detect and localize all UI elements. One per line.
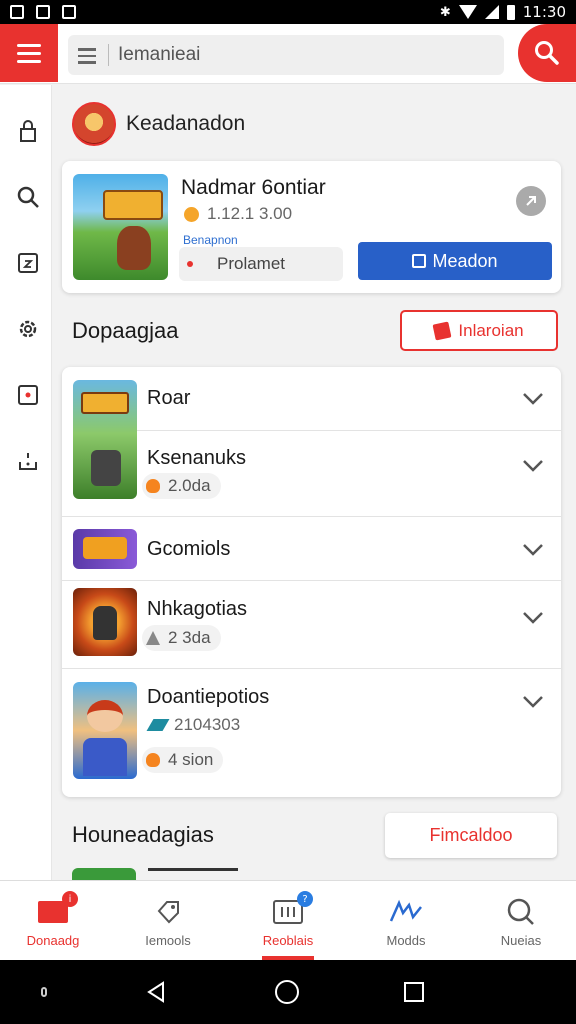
close-notification-icon (62, 5, 76, 19)
search-icon (535, 41, 559, 65)
section-title: Dopaagjaa (72, 318, 179, 343)
flame-icon (146, 753, 160, 767)
list-item[interactable]: Gcomiols (62, 517, 561, 580)
pill-dot-icon (187, 261, 193, 267)
rail-search-icon[interactable] (16, 185, 40, 209)
search-divider (108, 44, 109, 66)
rail-bookmark-icon[interactable] (16, 383, 40, 407)
list-item-title: Doantiepotios (147, 686, 270, 708)
app-logo (72, 102, 116, 146)
status-bar: ✱ 11:30 (0, 0, 576, 24)
coin-icon (184, 206, 199, 222)
page-header: Keadanadon (72, 102, 245, 146)
nav-item-modes[interactable]: Modds (356, 881, 456, 961)
chart-icon (389, 897, 423, 927)
list-item-chip: 2.0da (142, 473, 221, 499)
back-icon (147, 981, 164, 1003)
nav-item-news[interactable]: Nueias (471, 881, 571, 961)
star-icon (146, 631, 160, 645)
chevron-down-icon[interactable] (522, 543, 544, 557)
game-list: Roar Ksenanuks 2.0da Gcomiols Nhkagotias… (62, 367, 561, 797)
section-title: Houneadagias (72, 822, 214, 847)
nav-item-home[interactable]: i Donaadg (3, 881, 103, 961)
list-item-title: Nhkagotias (147, 598, 248, 620)
search-icon (504, 897, 538, 927)
download-icon (412, 254, 427, 268)
list-item-thumbnail (73, 588, 137, 656)
nav-item-tools[interactable]: Iemools (118, 881, 218, 961)
battery-icon (506, 4, 515, 20)
featured-primary-button[interactable]: Meadon (358, 242, 552, 280)
nav-label: Modds (386, 933, 426, 948)
chevron-down-icon[interactable] (522, 392, 544, 406)
list-item[interactable]: Roar (62, 367, 561, 430)
chevron-down-icon[interactable] (522, 695, 544, 709)
page-title: Keadanadon (126, 112, 246, 135)
section-action-button[interactable]: Inlaroian (400, 310, 558, 351)
home-button[interactable] (273, 978, 301, 1006)
list-item-title (148, 868, 238, 878)
home-circle-icon (275, 980, 299, 1004)
list-item-title: Ksenanuks (147, 447, 246, 469)
recents-icon (404, 982, 424, 1002)
rail-bag-icon[interactable] (16, 119, 40, 143)
section-action-button[interactable]: Fimcaldoo (385, 813, 557, 858)
list-item-thumbnail (73, 682, 137, 779)
keyboard-hint-icon[interactable] (30, 978, 58, 1006)
status-time: 11:30 (522, 3, 566, 21)
rail-download-icon[interactable] (16, 449, 40, 473)
wifi-icon (458, 5, 477, 19)
featured-card[interactable]: Nadmar 6ontiar 1.12.1 3.00 Benapnon Prol… (62, 161, 561, 293)
bluetooth-icon: ✱ (439, 4, 451, 20)
featured-rating: 1.12.1 3.00 (184, 204, 292, 224)
home-icon: i (36, 891, 78, 927)
list-item-thumbnail (73, 529, 137, 569)
signal-icon (484, 5, 499, 19)
side-rail (0, 85, 52, 880)
bottom-navigation: i Donaadg Iemools ? Reoblais Modds Nueia… (0, 880, 576, 960)
search-input[interactable] (118, 35, 488, 75)
list-item-title: Gcomiols (147, 538, 231, 560)
pin-icon (146, 719, 170, 731)
calendar-icon: ? (271, 891, 313, 927)
search-menu-icon[interactable] (78, 48, 96, 64)
notification-badge: ? (297, 891, 313, 907)
recents-button[interactable] (400, 978, 428, 1006)
featured-pill-button[interactable]: Prolamet (179, 247, 343, 281)
image-notification-icon (36, 5, 50, 19)
chevron-down-icon[interactable] (522, 459, 544, 473)
notification-badge: i (62, 891, 78, 907)
list-item[interactable]: Nhkagotias 2 3da (62, 581, 561, 668)
top-app-bar (0, 24, 576, 84)
list-item[interactable]: Doantiepotios 2104303 4 sion (62, 669, 561, 797)
arrow-icon (526, 196, 536, 206)
nav-item-rewards[interactable]: ? Reoblais (238, 881, 338, 961)
rail-settings-icon[interactable] (16, 317, 40, 341)
list-item-title: Roar (147, 387, 191, 409)
list-item-meta: 2104303 (146, 715, 240, 735)
nav-label: Donaadg (26, 933, 80, 948)
search-box (68, 35, 504, 75)
list-item[interactable]: Ksenanuks 2.0da (62, 431, 561, 516)
featured-subtitle: Benapnon (183, 233, 238, 247)
featured-thumbnail (73, 174, 168, 280)
list-item-chip: 4 sion (142, 747, 224, 773)
gallery-notification-icon (10, 5, 24, 19)
nav-label: Iemools (145, 933, 191, 948)
nav-label: Nueias (500, 933, 542, 948)
main-menu-button[interactable] (0, 24, 58, 82)
flame-icon (146, 479, 160, 493)
system-navigation-bar (0, 960, 576, 1024)
back-button[interactable] (142, 978, 170, 1006)
chevron-down-icon[interactable] (522, 611, 544, 625)
featured-title: Nadmar 6ontiar (181, 176, 326, 199)
search-button[interactable] (518, 24, 576, 82)
tag-icon (151, 897, 185, 927)
rail-tablet-icon[interactable] (16, 251, 40, 275)
nav-label: Reoblais (262, 933, 314, 948)
featured-arrow-button[interactable] (516, 186, 546, 216)
tag-icon (432, 321, 452, 340)
list-item-chip: 2 3da (142, 625, 221, 651)
